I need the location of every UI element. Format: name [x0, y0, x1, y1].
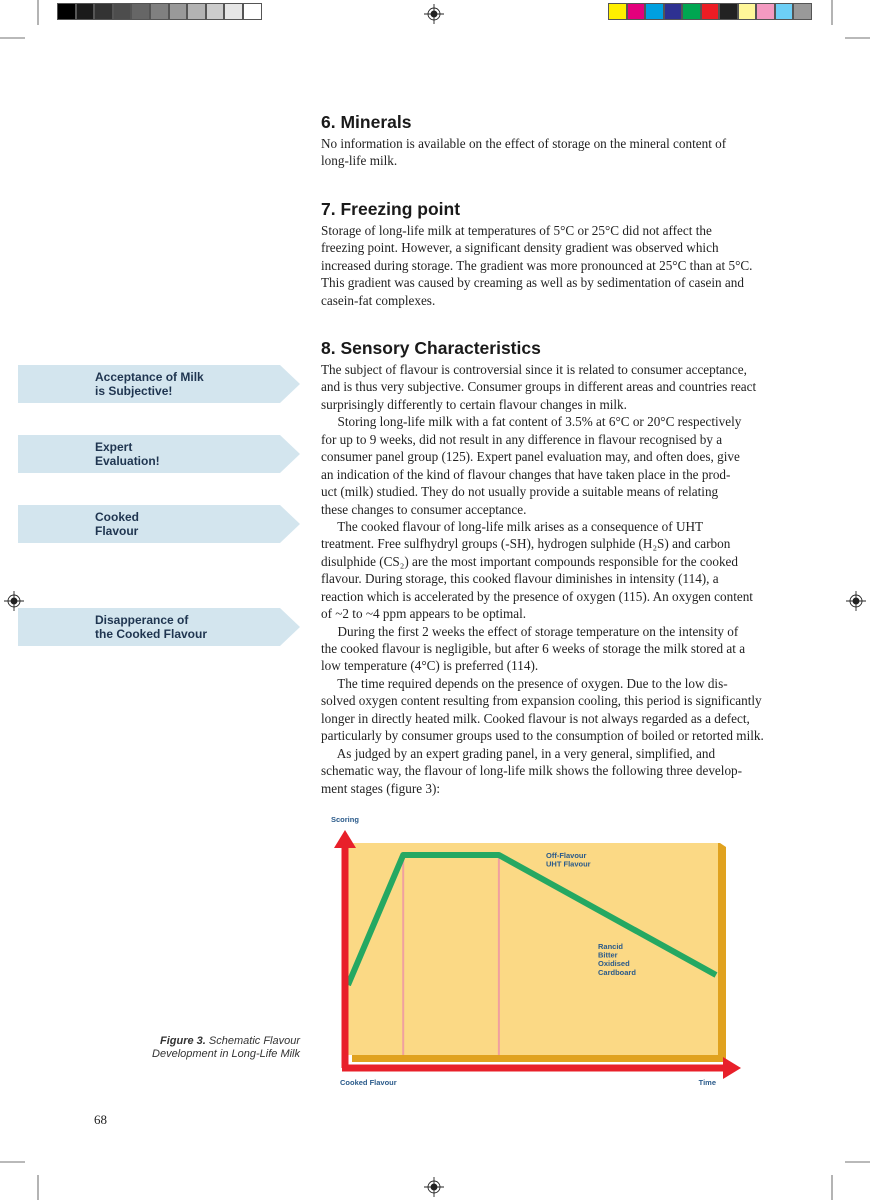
text-line: low temperature (4°C) is preferred (114)…: [321, 658, 539, 674]
text-line: of ~2 to ~4 ppm appears to be optimal.: [321, 606, 527, 622]
margin-note-line: Acceptance of Milk: [95, 370, 204, 384]
text-line: solved oxygen content resulting from exp…: [321, 693, 762, 709]
text-line: Storing long-life milk with a fat conten…: [321, 414, 742, 430]
page-number: 68: [94, 1112, 107, 1127]
chart-annotation: Cardboard: [598, 968, 636, 977]
margin-note: Cooked Flavour: [18, 505, 300, 543]
section-paragraph: No information is available on the effec…: [321, 135, 761, 170]
calibration-swatch: [168, 3, 188, 20]
calibration-swatch: [242, 3, 262, 20]
x-axis-label: Time: [699, 1078, 716, 1087]
margin-note-line: is Subjective!: [95, 383, 173, 398]
text-line: longer in directly heated milk. Cooked f…: [321, 710, 750, 726]
margin-note-line: Disapperance of: [95, 613, 189, 627]
text-line: The subject of flavour is controversial …: [321, 362, 747, 377]
margin-note-line: the Cooked Flavour: [95, 626, 208, 641]
registration-crosshair: [427, 1180, 441, 1194]
y-axis-label: Scoring: [331, 815, 359, 824]
text-line: The cooked flavour of long-life milk ari…: [321, 518, 704, 534]
section-paragraph: The subject of flavour is controversial …: [321, 361, 764, 797]
calibration-swatch: [224, 3, 243, 20]
calibration-swatch: [131, 3, 150, 20]
figure-caption-line1: Schematic Flavour: [208, 1035, 300, 1047]
flavour-development-chart: ScoringCooked Flavour TimeOff-FlavourUHT …: [331, 815, 741, 1087]
section-heading: 8. Sensory Characteristics: [321, 338, 541, 358]
section-paragraph: Storage of long-life milk at temperature…: [321, 222, 761, 309]
text-line: The time required depends on the presenc…: [321, 675, 728, 691]
text-line: freezing point. However, a significant d…: [321, 240, 719, 256]
text-line: particularly by consumer groups used to …: [321, 728, 764, 744]
calibration-swatch: [149, 3, 169, 20]
text-line: flavour. During storage, this cooked fla…: [321, 571, 719, 587]
calibration-swatch: [719, 3, 738, 20]
calibration-swatch: [737, 3, 756, 20]
text-line: As judged by an expert grading panel, in…: [321, 745, 716, 761]
text-line: During the first 2 weeks the effect of s…: [321, 623, 739, 639]
text-line: surprisingly differently to certain flav…: [321, 396, 627, 412]
figure-caption-line2: Development in Long-Life Milk: [152, 1048, 300, 1060]
registration-crosshair: [849, 594, 863, 608]
text-line: No information is available on the effec…: [321, 136, 727, 151]
text-line: uct (milk) studied. They do not usually …: [321, 484, 719, 500]
calibration-swatch: [75, 3, 95, 20]
text-line: treatment. Free sulfhydryl groups (-SH),…: [321, 536, 731, 552]
registration-crosshair: [427, 7, 441, 21]
text-line: casein-fat complexes.: [321, 292, 436, 308]
margin-note-line: Cooked: [95, 510, 140, 524]
calibration-swatch: [187, 3, 206, 20]
text-line: and is thus very subjective. Consumer gr…: [321, 379, 757, 395]
margin-note-line: Expert: [95, 440, 133, 454]
text-line: ment stages (figure 3):: [321, 780, 441, 796]
color-calibration-bar: [608, 3, 812, 25]
figure-label: Figure 3.: [160, 1035, 206, 1047]
chart-annotation: UHT Flavour: [546, 860, 591, 869]
text-line: these changes to consumer acceptance.: [321, 501, 527, 517]
calibration-swatch: [626, 3, 645, 20]
calibration-swatch: [205, 3, 225, 20]
calibration-swatch: [663, 3, 682, 20]
text-line: consumer panel group (125). Expert panel…: [321, 449, 740, 465]
margin-note: Acceptance of Milk is Subjective!: [18, 365, 300, 403]
margin-note: Disapperance of the Cooked Flavour: [18, 608, 300, 646]
section-heading: 6. Minerals: [321, 112, 412, 132]
figure-caption: Figure 3. Schematic Flavour Development …: [120, 1035, 300, 1061]
text-line: for up to 9 weeks, did not result in any…: [321, 431, 723, 447]
calibration-swatch: [793, 3, 812, 20]
calibration-swatch: [700, 3, 719, 20]
document-page: 6. Minerals No information is available o…: [0, 0, 870, 1200]
margin-note-line: Evaluation!: [95, 453, 160, 468]
text-line: reaction which is accelerated by the pre…: [321, 588, 753, 604]
x-origin-label: Cooked Flavour: [340, 1078, 397, 1087]
calibration-swatch: [94, 3, 113, 20]
calibration-swatch: [57, 3, 76, 20]
text-line: This gradient was caused by creaming as …: [321, 275, 744, 291]
calibration-swatch: [645, 3, 664, 20]
calibration-swatch: [774, 3, 793, 20]
grayscale-calibration-bar: [57, 3, 262, 25]
text-line: an indication of the kind of flavour cha…: [321, 466, 731, 482]
text-line: long-life milk.: [321, 153, 398, 169]
y-axis-arrow: [334, 830, 356, 848]
calibration-swatch: [608, 3, 627, 20]
x-axis-arrow: [723, 1057, 741, 1079]
registration-crosshair: [7, 594, 21, 608]
margin-note-line: Flavour: [95, 523, 139, 538]
margin-note: Expert Evaluation!: [18, 435, 300, 473]
calibration-swatch: [682, 3, 701, 20]
text-line: disulphide (CS₂) are the most important …: [321, 553, 738, 569]
arrow-banner-icon: [18, 505, 300, 543]
calibration-swatch: [112, 3, 132, 20]
text-line: Storage of long-life milk at temperature…: [321, 223, 712, 238]
text-line: schematic way, the flavour of long-life …: [321, 763, 743, 779]
section-heading: 7. Freezing point: [321, 199, 461, 219]
text-line: increased during storage. The gradient w…: [321, 257, 753, 273]
calibration-swatch: [756, 3, 775, 20]
text-line: the cooked flavour is negligible, but af…: [321, 641, 746, 656]
